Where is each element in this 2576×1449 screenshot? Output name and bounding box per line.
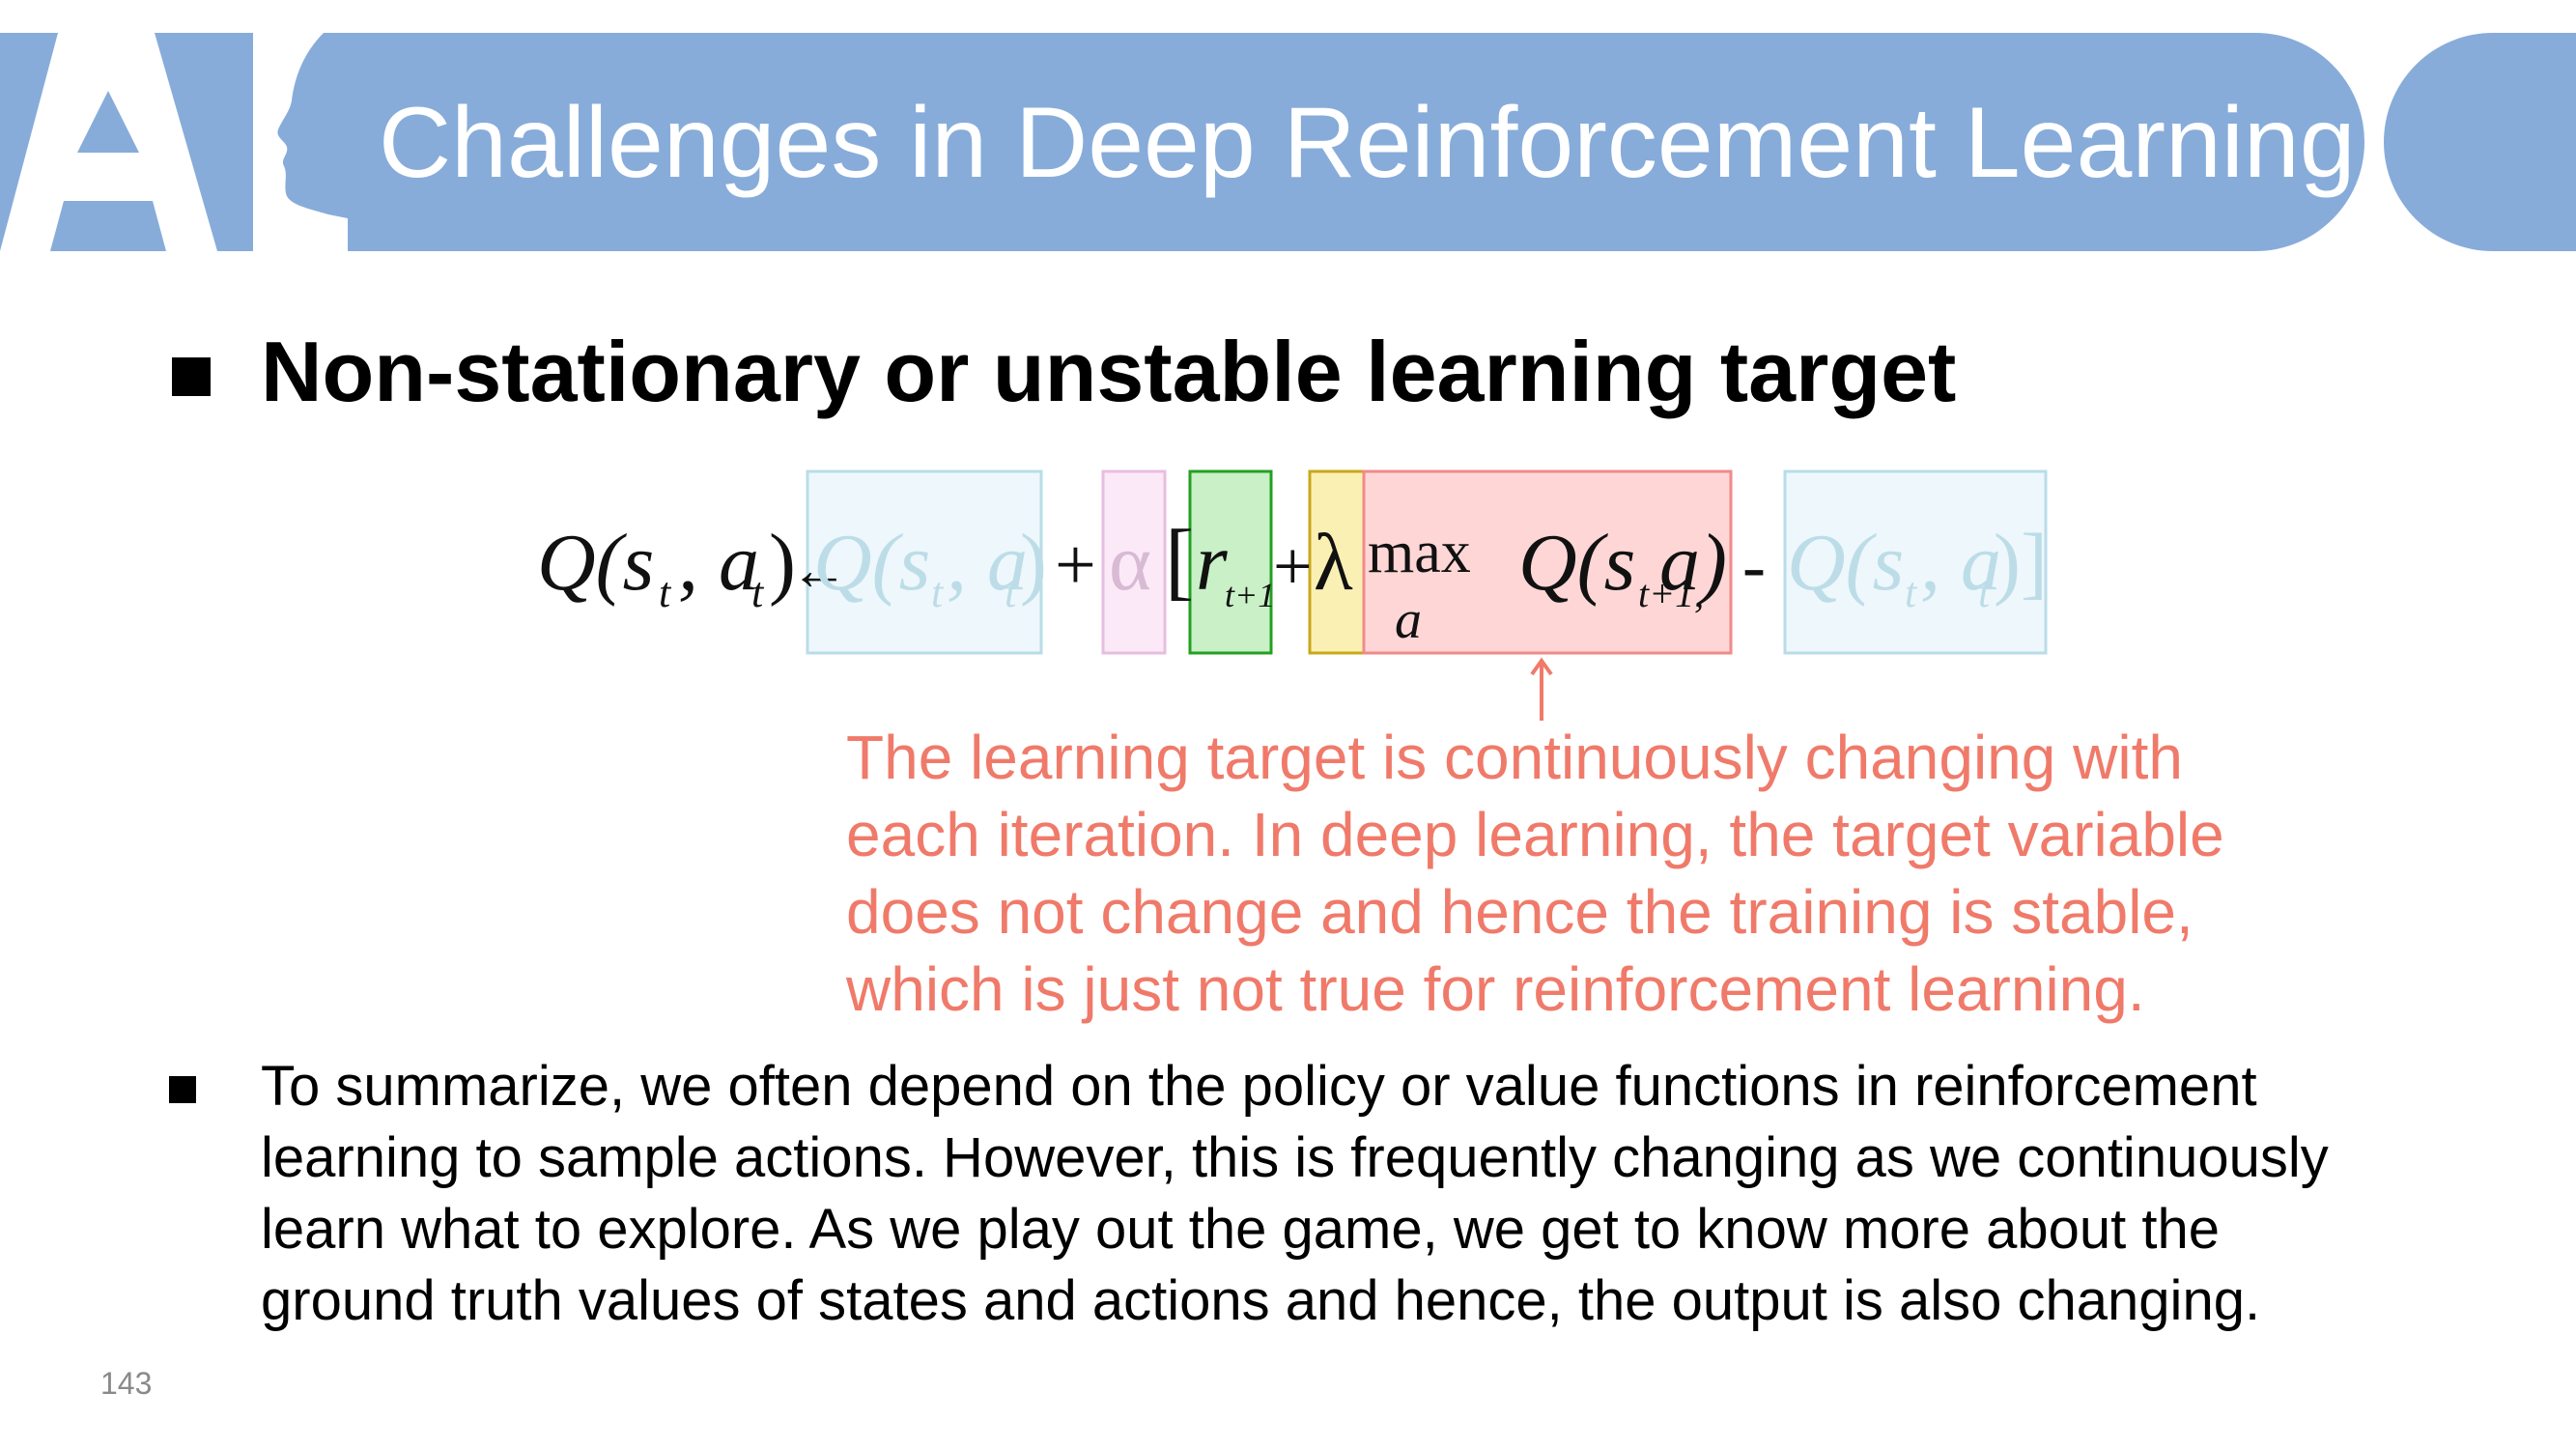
svg-text:Q(s: Q(s bbox=[537, 518, 654, 608]
svg-text:t+1: t+1 bbox=[1225, 576, 1275, 614]
page-number: 143 bbox=[100, 1366, 153, 1401]
svg-text:+: + bbox=[1273, 527, 1313, 605]
svg-text:t: t bbox=[751, 569, 765, 616]
summary-line: learning to sample actions. However, thi… bbox=[261, 1126, 2329, 1189]
bullet-heading: Non-stationary or unstable learning targ… bbox=[261, 324, 1957, 419]
annotation-line: each iteration. In deep learning, the ta… bbox=[846, 800, 2224, 869]
svg-text:t: t bbox=[1905, 569, 1918, 616]
svg-text:max: max bbox=[1368, 520, 1471, 585]
svg-text:[: [ bbox=[1165, 513, 1194, 609]
bullet-square bbox=[169, 1076, 196, 1103]
annotation-line: which is just not true for reinforcement… bbox=[846, 954, 2145, 1024]
q-learning-equation: Q(s t , a t ) ← Q(s t , a t ) + α [ r t+… bbox=[537, 452, 2053, 684]
up-arrow-icon bbox=[1530, 657, 1553, 721]
svg-text:t: t bbox=[931, 569, 945, 616]
slide-title: Challenges in Deep Reinforcement Learnin… bbox=[379, 87, 2356, 199]
svg-text:α: α bbox=[1109, 518, 1151, 608]
annotation-text: The learning target is continuously chan… bbox=[846, 719, 2392, 1037]
svg-text:t: t bbox=[1978, 569, 1992, 616]
svg-text:, a: , a bbox=[678, 518, 759, 608]
summary-line: To summarize, we often depend on the pol… bbox=[261, 1055, 2257, 1118]
svg-text:r: r bbox=[1196, 518, 1228, 608]
svg-text:a: a bbox=[1395, 590, 1422, 650]
svg-text:t: t bbox=[659, 569, 672, 616]
svg-text:λ: λ bbox=[1314, 518, 1353, 608]
svg-text:-: - bbox=[1742, 527, 1766, 605]
svg-text:Q(s: Q(s bbox=[1787, 518, 1904, 608]
bullet-square bbox=[172, 357, 211, 396]
svg-text:Q(s: Q(s bbox=[1518, 518, 1635, 608]
annotation-line: does not change and hence the training i… bbox=[846, 877, 2194, 947]
svg-text:): ) bbox=[1020, 518, 1047, 608]
ai-head-logo bbox=[0, 33, 348, 251]
svg-text:t: t bbox=[1005, 569, 1018, 616]
svg-text:a): a) bbox=[1659, 518, 1727, 608]
svg-text:)]: )] bbox=[1994, 518, 2048, 608]
summary-line: ground truth values of states and action… bbox=[261, 1269, 2261, 1332]
header-right-cap bbox=[2384, 33, 2576, 251]
bullet-summary: To summarize, we often depend on the pol… bbox=[261, 1051, 2482, 1341]
annotation-line: The learning target is continuously chan… bbox=[846, 723, 2183, 792]
summary-line: learn what to explore. As we play out th… bbox=[261, 1198, 2220, 1261]
svg-text:+: + bbox=[1055, 525, 1096, 606]
svg-text:Q(s: Q(s bbox=[813, 518, 930, 608]
